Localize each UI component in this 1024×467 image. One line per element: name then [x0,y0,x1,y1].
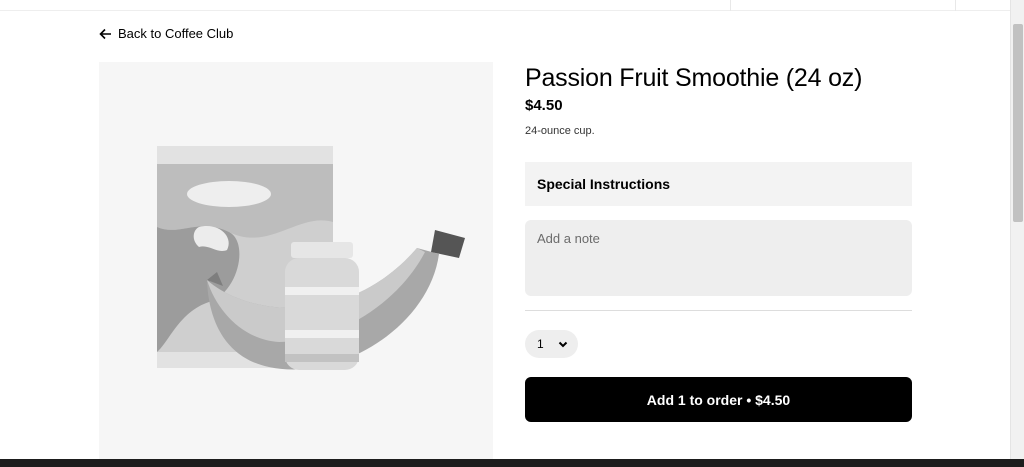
note-field[interactable] [525,220,912,296]
back-link[interactable]: Back to Coffee Club [99,26,233,41]
item-image [99,62,493,459]
quantity-select[interactable]: 1 [525,330,578,358]
divider [525,310,912,311]
add-to-order-label: Add 1 to order • $4.50 [646,391,791,408]
chevron-down-icon [558,341,567,347]
browser-top-strip [0,0,1010,11]
scrollbar-thumb[interactable] [1013,24,1023,222]
quantity-value: 1 [537,337,544,351]
item-description: 24-ounce cup. [525,125,595,137]
item-title: Passion Fruit Smoothie (24 oz) [525,64,863,92]
grocery-placeholder-illustration [157,146,465,370]
top-strip-divider [730,0,731,11]
item-price: $4.50 [525,97,563,114]
special-instructions-header: Special Instructions [525,162,912,206]
scrollbar[interactable] [1010,0,1024,459]
arrow-left-icon [99,28,111,39]
back-link-label: Back to Coffee Club [118,26,234,41]
add-to-order-button[interactable]: Add 1 to order • $4.50 [525,377,912,422]
top-strip-divider [955,0,956,11]
os-taskbar [0,459,1024,467]
